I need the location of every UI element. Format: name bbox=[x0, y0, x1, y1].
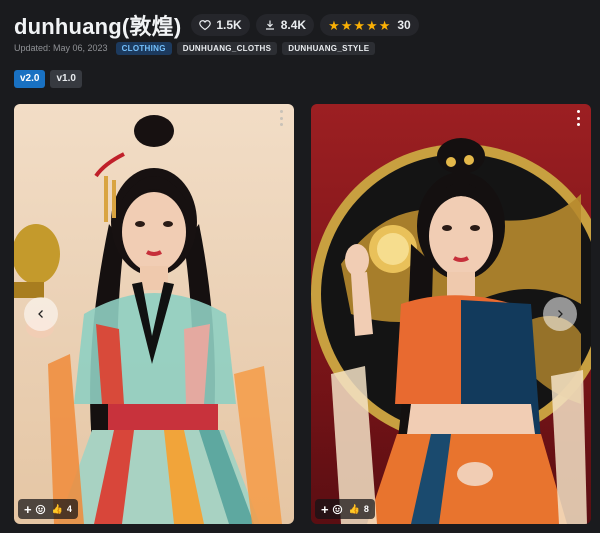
model-stats: 1.5K 8.4K ★ ★ ★ ★ ★ 30 bbox=[191, 14, 424, 36]
gallery-card[interactable]: + 👍 8 bbox=[311, 104, 591, 524]
add-reaction-icon[interactable]: + bbox=[24, 503, 32, 516]
star-icon: ★ bbox=[353, 17, 366, 33]
thumbs-up-icon[interactable]: 👍 bbox=[52, 504, 63, 515]
tag-dunhuang-cloths[interactable]: DUNHUANG_CLOTHS bbox=[176, 41, 278, 55]
model-title: dunhuang(敦煌) bbox=[14, 14, 182, 39]
add-reaction-icon[interactable]: + bbox=[321, 503, 329, 516]
heart-icon bbox=[199, 20, 212, 31]
likes-count: 1.5K bbox=[216, 18, 242, 32]
more-options-icon[interactable] bbox=[575, 110, 581, 126]
downloads-count: 8.4K bbox=[280, 18, 307, 32]
download-icon bbox=[265, 20, 274, 30]
tag-clothing[interactable]: CLOTHING bbox=[115, 41, 172, 55]
star-icon: ★ bbox=[366, 17, 378, 33]
reaction-count: 8 bbox=[363, 504, 369, 514]
more-options-icon[interactable] bbox=[278, 110, 284, 126]
version-selector: v2.0 v1.0 bbox=[14, 70, 87, 88]
downloads-stat[interactable]: 8.4K bbox=[255, 14, 315, 36]
star-icon: ★ bbox=[378, 17, 391, 33]
thumbs-up-icon[interactable]: 👍 bbox=[349, 504, 360, 515]
gallery-card[interactable]: + 👍 4 bbox=[14, 104, 294, 524]
smile-icon[interactable] bbox=[332, 504, 343, 515]
rating-stat[interactable]: ★ ★ ★ ★ ★ 30 bbox=[320, 14, 419, 36]
likes-stat[interactable]: 1.5K bbox=[191, 14, 250, 36]
smile-icon[interactable] bbox=[35, 504, 46, 515]
chevron-right-icon bbox=[558, 310, 563, 318]
reaction-count: 4 bbox=[66, 504, 72, 514]
chevron-left-icon bbox=[38, 310, 43, 318]
tag-dunhuang-style[interactable]: DUNHUANG_STYLE bbox=[282, 41, 376, 55]
previous-image-button[interactable] bbox=[24, 297, 58, 331]
next-image-button[interactable] bbox=[543, 297, 577, 331]
version-button-v1[interactable]: v1.0 bbox=[50, 70, 82, 88]
updated-date: Updated: May 06, 2023 bbox=[14, 43, 108, 53]
rating-count: 30 bbox=[397, 18, 411, 32]
rating-stars: ★ ★ ★ ★ ★ bbox=[328, 19, 391, 32]
reaction-bar[interactable]: + 👍 8 bbox=[315, 499, 375, 519]
star-icon: ★ bbox=[328, 17, 340, 33]
star-icon: ★ bbox=[340, 17, 353, 33]
reaction-bar[interactable]: + 👍 4 bbox=[18, 499, 78, 519]
model-meta: Updated: May 06, 2023 CLOTHING DUNHUANG_… bbox=[14, 41, 380, 55]
model-header: dunhuang(敦煌) 1.5K 8.4K ★ ★ ★ ★ ★ 30 bbox=[14, 10, 600, 40]
version-button-v2[interactable]: v2.0 bbox=[14, 70, 46, 88]
